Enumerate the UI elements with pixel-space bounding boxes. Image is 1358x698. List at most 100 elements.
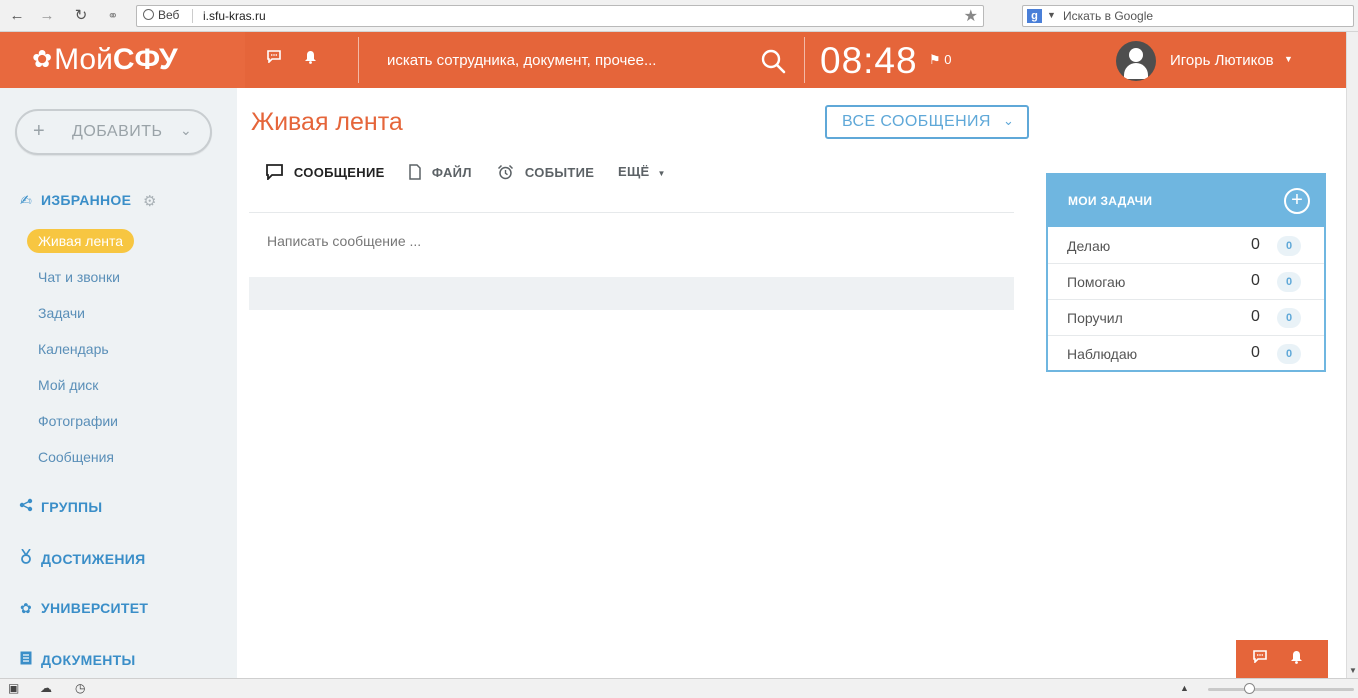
web-label: Веб: [158, 8, 180, 22]
add-task-icon[interactable]: +: [1284, 188, 1310, 214]
zoom-slider-track[interactable]: [1208, 688, 1354, 691]
caret-down-icon: ▼: [657, 169, 666, 178]
task-row-helping[interactable]: Помогаю 0 0: [1048, 264, 1324, 300]
browser-status-bar: ▣ ☁ ◷ ▲: [0, 678, 1358, 698]
section-achievements[interactable]: ДОСТИЖЕНИЯ: [18, 548, 145, 567]
section-groups[interactable]: ГРУППЫ: [18, 498, 102, 515]
tab-more-label: ЕЩЁ: [618, 164, 650, 179]
bell-icon[interactable]: [304, 50, 317, 67]
chat-icon[interactable]: [1253, 650, 1267, 666]
file-icon: [409, 164, 425, 180]
url-text[interactable]: i.sfu-kras.ru: [203, 9, 266, 23]
tab-event[interactable]: СОБЫТИЕ: [497, 164, 594, 180]
reload-icon[interactable]: ↻: [72, 7, 90, 25]
user-name[interactable]: Игорь Лютиков: [1170, 52, 1274, 69]
my-tasks-widget: МОИ ЗАДАЧИ + Делаю 0 0 Помогаю 0 0 Поруч…: [1046, 173, 1326, 372]
sidebar-item-calendar[interactable]: Календарь: [38, 341, 109, 357]
scroll-down-arrow-icon[interactable]: ▼: [1349, 666, 1357, 675]
key-icon[interactable]: ⚭: [104, 7, 122, 25]
sidebar-item-tasks[interactable]: Задачи: [38, 305, 85, 321]
logo-area: ✿МойСФУ: [0, 32, 245, 88]
header-search-input[interactable]: искать сотрудника, документ, прочее...: [387, 52, 656, 69]
section-university[interactable]: ✿ УНИВЕРСИТЕТ: [18, 600, 148, 617]
header-divider: [358, 37, 359, 83]
zoom-slider-handle[interactable]: [1244, 683, 1255, 694]
address-bar[interactable]: Веб i.sfu-kras.ru ★: [136, 5, 984, 27]
header-divider-2: [804, 37, 805, 83]
tab-file[interactable]: ФАЙЛ: [409, 164, 472, 180]
chevron-down-icon: ⌄: [180, 122, 192, 138]
sidebar-item-live-feed[interactable]: Живая лента: [27, 229, 135, 253]
web-badge[interactable]: Веб: [143, 8, 179, 22]
plus-icon: +: [33, 120, 45, 142]
filter-label: ВСЕ СООБЩЕНИЯ: [842, 113, 991, 130]
tabs-divider: [249, 212, 1014, 213]
tab-event-label: СОБЫТИЕ: [524, 165, 595, 180]
section-documents[interactable]: ДОКУМЕНТЫ: [18, 651, 136, 668]
clock: 08:48: [820, 40, 918, 81]
task-row-label: Делаю: [1067, 238, 1111, 254]
panel-toggle-icon[interactable]: ▣: [8, 681, 19, 695]
compose-input[interactable]: Написать сообщение ...: [267, 233, 421, 249]
filter-dropdown[interactable]: ВСЕ СООБЩЕНИЯ ⌄: [825, 105, 1029, 139]
section-favorites-label: ИЗБРАННОЕ: [41, 192, 132, 208]
task-row-badge: 0: [1277, 308, 1301, 328]
pin-icon: ✍: [19, 192, 33, 208]
user-menu-caret-icon[interactable]: ▼: [1284, 54, 1293, 64]
tab-message[interactable]: СООБЩЕНИЕ: [266, 164, 385, 182]
document-icon: [18, 651, 34, 668]
globe-icon: [143, 9, 154, 20]
add-button[interactable]: + ДОБАВИТЬ ⌄: [15, 109, 212, 155]
task-row-count: 0: [1251, 236, 1260, 253]
speech-bubble-icon: [266, 164, 287, 182]
forward-icon[interactable]: →: [38, 7, 56, 25]
speed-dial-icon[interactable]: ◷: [75, 681, 85, 695]
flag-counter[interactable]: ⚑ 0: [929, 52, 952, 68]
search-icon[interactable]: [760, 48, 786, 74]
flower-logo-icon: ✿: [32, 46, 53, 73]
task-row-label: Поручил: [1067, 310, 1123, 326]
gear-icon[interactable]: ⚙: [143, 192, 156, 210]
task-row-badge: 0: [1277, 236, 1301, 256]
flower-icon: ✿: [19, 600, 33, 616]
notification-strip: [1236, 640, 1328, 678]
google-search-field[interactable]: g ▼ Искать в Google: [1022, 5, 1354, 27]
avatar-head: [1129, 48, 1143, 62]
sidebar: + ДОБАВИТЬ ⌄ ✍ ИЗБРАННОЕ ⚙ Живая лента Ча…: [0, 88, 237, 680]
flag-icon: ⚑: [929, 52, 941, 67]
sidebar-item-photos[interactable]: Фотографии: [38, 413, 118, 429]
task-row-assigned[interactable]: Поручил 0 0: [1048, 300, 1324, 336]
compose-footer: [249, 277, 1014, 310]
cloud-icon[interactable]: ☁: [40, 681, 52, 695]
share-icon: [18, 498, 34, 515]
task-row-count: 0: [1251, 308, 1260, 325]
my-tasks-header: МОИ ЗАДАЧИ +: [1048, 175, 1324, 227]
task-row-watching[interactable]: Наблюдаю 0 0: [1048, 336, 1324, 372]
back-icon[interactable]: ←: [8, 7, 26, 25]
tab-file-label: ФАЙЛ: [431, 165, 472, 180]
my-tasks-title[interactable]: МОИ ЗАДАЧИ: [1068, 194, 1152, 208]
task-row-count: 0: [1251, 344, 1260, 361]
search-engine-caret-icon[interactable]: ▼: [1047, 10, 1056, 20]
site-logo[interactable]: ✿МойСФУ: [32, 42, 178, 78]
logo-text-light: Мой: [54, 43, 113, 76]
page-title: Живая лента: [251, 108, 403, 136]
bell-icon[interactable]: [1290, 650, 1303, 667]
bookmark-star-icon[interactable]: ★: [964, 6, 978, 26]
add-button-label: ДОБАВИТЬ: [72, 123, 163, 140]
task-row-label: Помогаю: [1067, 274, 1126, 290]
sidebar-item-chat[interactable]: Чат и звонки: [38, 269, 120, 285]
vertical-scrollbar[interactable]: ▼: [1346, 32, 1358, 678]
google-search-placeholder: Искать в Google: [1063, 9, 1154, 23]
section-favorites[interactable]: ✍ ИЗБРАННОЕ: [18, 192, 131, 209]
sidebar-item-disk[interactable]: Мой диск: [38, 377, 98, 393]
tab-more[interactable]: ЕЩЁ ▼: [618, 164, 666, 179]
sidebar-item-messages[interactable]: Сообщения: [38, 449, 114, 465]
task-row-badge: 0: [1277, 272, 1301, 292]
app-header: ✿МойСФУ искать сотрудника, документ, про…: [0, 32, 1346, 88]
task-row-doing[interactable]: Делаю 0 0: [1048, 228, 1324, 264]
avatar[interactable]: [1116, 41, 1156, 81]
chat-icon[interactable]: [267, 50, 281, 66]
tab-message-label: СООБЩЕНИЕ: [293, 165, 385, 180]
zoom-arrow-icon[interactable]: ▲: [1180, 683, 1189, 693]
